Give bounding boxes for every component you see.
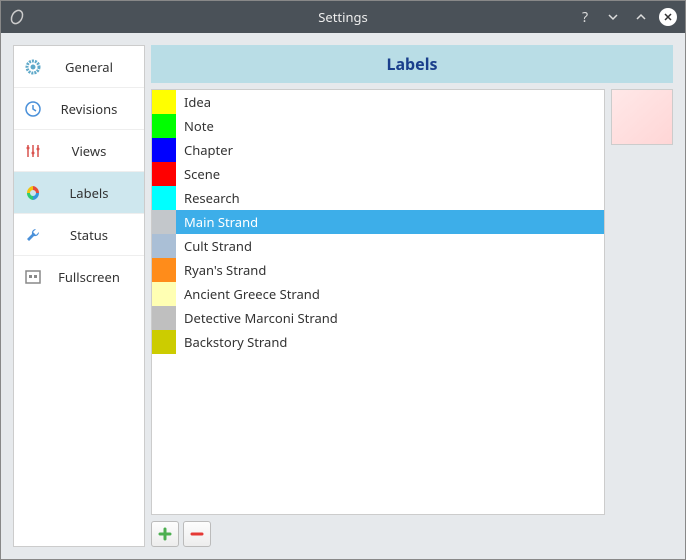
- color-swatch: [152, 90, 176, 114]
- sidebar-item-label: Revisions: [52, 100, 144, 118]
- color-swatch: [152, 186, 176, 210]
- label-name: Cult Strand: [176, 237, 252, 255]
- color-wheel-icon: [24, 184, 42, 202]
- label-name: Detective Marconi Strand: [176, 309, 338, 327]
- color-swatch: [152, 258, 176, 282]
- sidebar-item-views[interactable]: Views: [14, 130, 144, 172]
- close-icon[interactable]: [659, 8, 677, 26]
- sidebar-item-status[interactable]: Status: [14, 214, 144, 256]
- label-name: Idea: [176, 93, 211, 111]
- gear-icon: [24, 58, 42, 76]
- window-title: Settings: [318, 8, 367, 26]
- remove-button[interactable]: [183, 521, 211, 547]
- sidebar-item-label: Views: [52, 142, 144, 160]
- label-name: Ancient Greece Strand: [176, 285, 320, 303]
- sliders-icon: [24, 142, 42, 160]
- list-item[interactable]: Note: [152, 114, 604, 138]
- list-item[interactable]: Chapter: [152, 138, 604, 162]
- list-item[interactable]: Research: [152, 186, 604, 210]
- list-item[interactable]: Cult Strand: [152, 234, 604, 258]
- app-icon: [9, 9, 25, 25]
- label-name: Backstory Strand: [176, 333, 287, 351]
- color-swatch: [152, 282, 176, 306]
- color-swatch: [152, 306, 176, 330]
- color-swatch: [152, 210, 176, 234]
- label-name: Main Strand: [176, 213, 258, 231]
- list-item[interactable]: Detective Marconi Strand: [152, 306, 604, 330]
- label-name: Ryan's Strand: [176, 261, 266, 279]
- minimize-icon[interactable]: [603, 7, 623, 27]
- color-preview-swatch[interactable]: [611, 89, 673, 145]
- main-panel: Labels Idea Note Chapter Scene Research Main …: [151, 45, 673, 547]
- label-name: Scene: [176, 165, 220, 183]
- color-swatch: [152, 162, 176, 186]
- sidebar-item-revisions[interactable]: Revisions: [14, 88, 144, 130]
- color-swatch: [152, 330, 176, 354]
- list-item[interactable]: Backstory Strand: [152, 330, 604, 354]
- label-name: Research: [176, 189, 240, 207]
- sidebar-item-label: Labels: [52, 184, 144, 202]
- list-item[interactable]: Main Strand: [152, 210, 604, 234]
- color-swatch: [152, 138, 176, 162]
- maximize-icon[interactable]: [631, 7, 651, 27]
- list-item[interactable]: Ryan's Strand: [152, 258, 604, 282]
- page-title: Labels: [151, 45, 673, 83]
- list-item[interactable]: Idea: [152, 90, 604, 114]
- sidebar-item-general[interactable]: General: [14, 46, 144, 88]
- list-item[interactable]: Ancient Greece Strand: [152, 282, 604, 306]
- fullscreen-icon: [24, 268, 42, 286]
- sidebar-item-fullscreen[interactable]: Fullscreen: [14, 256, 144, 298]
- sidebar-item-labels[interactable]: Labels: [14, 172, 144, 214]
- color-swatch: [152, 234, 176, 258]
- sidebar: General Revisions Views Labels Status Fu…: [13, 45, 145, 547]
- clock-icon: [24, 100, 42, 118]
- titlebar: Settings ?: [1, 1, 685, 33]
- content-area: General Revisions Views Labels Status Fu…: [1, 33, 685, 559]
- window-controls: ?: [575, 7, 685, 27]
- label-name: Chapter: [176, 141, 233, 159]
- list-buttons: [151, 521, 673, 547]
- wrench-icon: [24, 226, 42, 244]
- sidebar-item-label: General: [52, 58, 144, 76]
- labels-list[interactable]: Idea Note Chapter Scene Research Main Strand C…: [151, 89, 605, 515]
- help-icon[interactable]: ?: [575, 7, 595, 27]
- add-button[interactable]: [151, 521, 179, 547]
- color-swatch: [152, 114, 176, 138]
- settings-window: Settings ? General Revisions Views: [0, 0, 686, 560]
- label-name: Note: [176, 117, 214, 135]
- sidebar-item-label: Status: [52, 226, 144, 244]
- list-item[interactable]: Scene: [152, 162, 604, 186]
- sidebar-item-label: Fullscreen: [52, 268, 144, 286]
